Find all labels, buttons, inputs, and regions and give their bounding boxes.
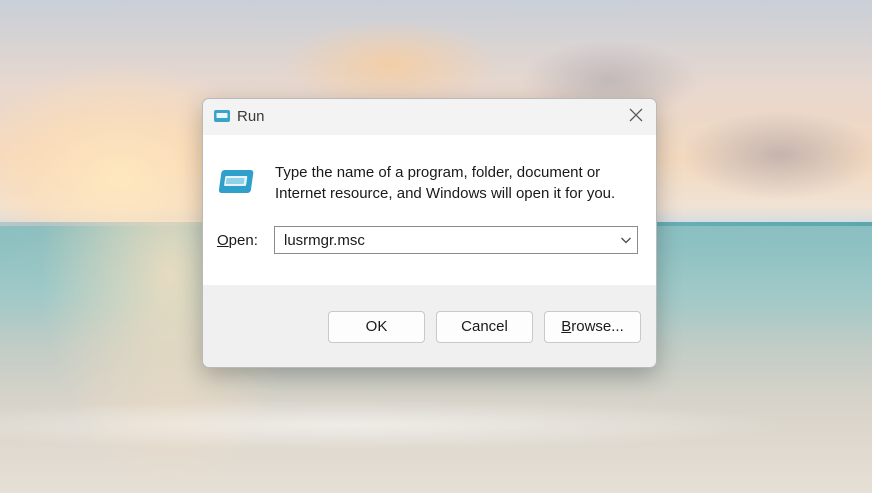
close-icon xyxy=(629,108,643,127)
open-input[interactable]: lusrmgr.msc xyxy=(284,232,365,249)
run-dialog: Run Type the name of a program, folder, … xyxy=(202,98,657,368)
open-combobox[interactable]: lusrmgr.msc xyxy=(274,226,638,254)
close-button[interactable] xyxy=(616,99,656,135)
chevron-down-icon[interactable] xyxy=(619,233,633,247)
cancel-button[interactable]: Cancel xyxy=(436,311,533,343)
cloud xyxy=(280,20,500,110)
dialog-content: Type the name of a program, folder, docu… xyxy=(203,135,656,285)
open-label: Open: xyxy=(217,232,258,249)
cloud xyxy=(680,110,872,200)
dialog-title: Run xyxy=(237,108,265,125)
ok-button[interactable]: OK xyxy=(328,311,425,343)
run-icon xyxy=(218,168,256,196)
title-bar[interactable]: Run xyxy=(203,99,656,135)
dialog-description: Type the name of a program, folder, docu… xyxy=(275,164,616,202)
wave-foam xyxy=(0,395,872,455)
browse-button[interactable]: Browse... xyxy=(544,311,641,343)
run-icon xyxy=(213,109,231,123)
